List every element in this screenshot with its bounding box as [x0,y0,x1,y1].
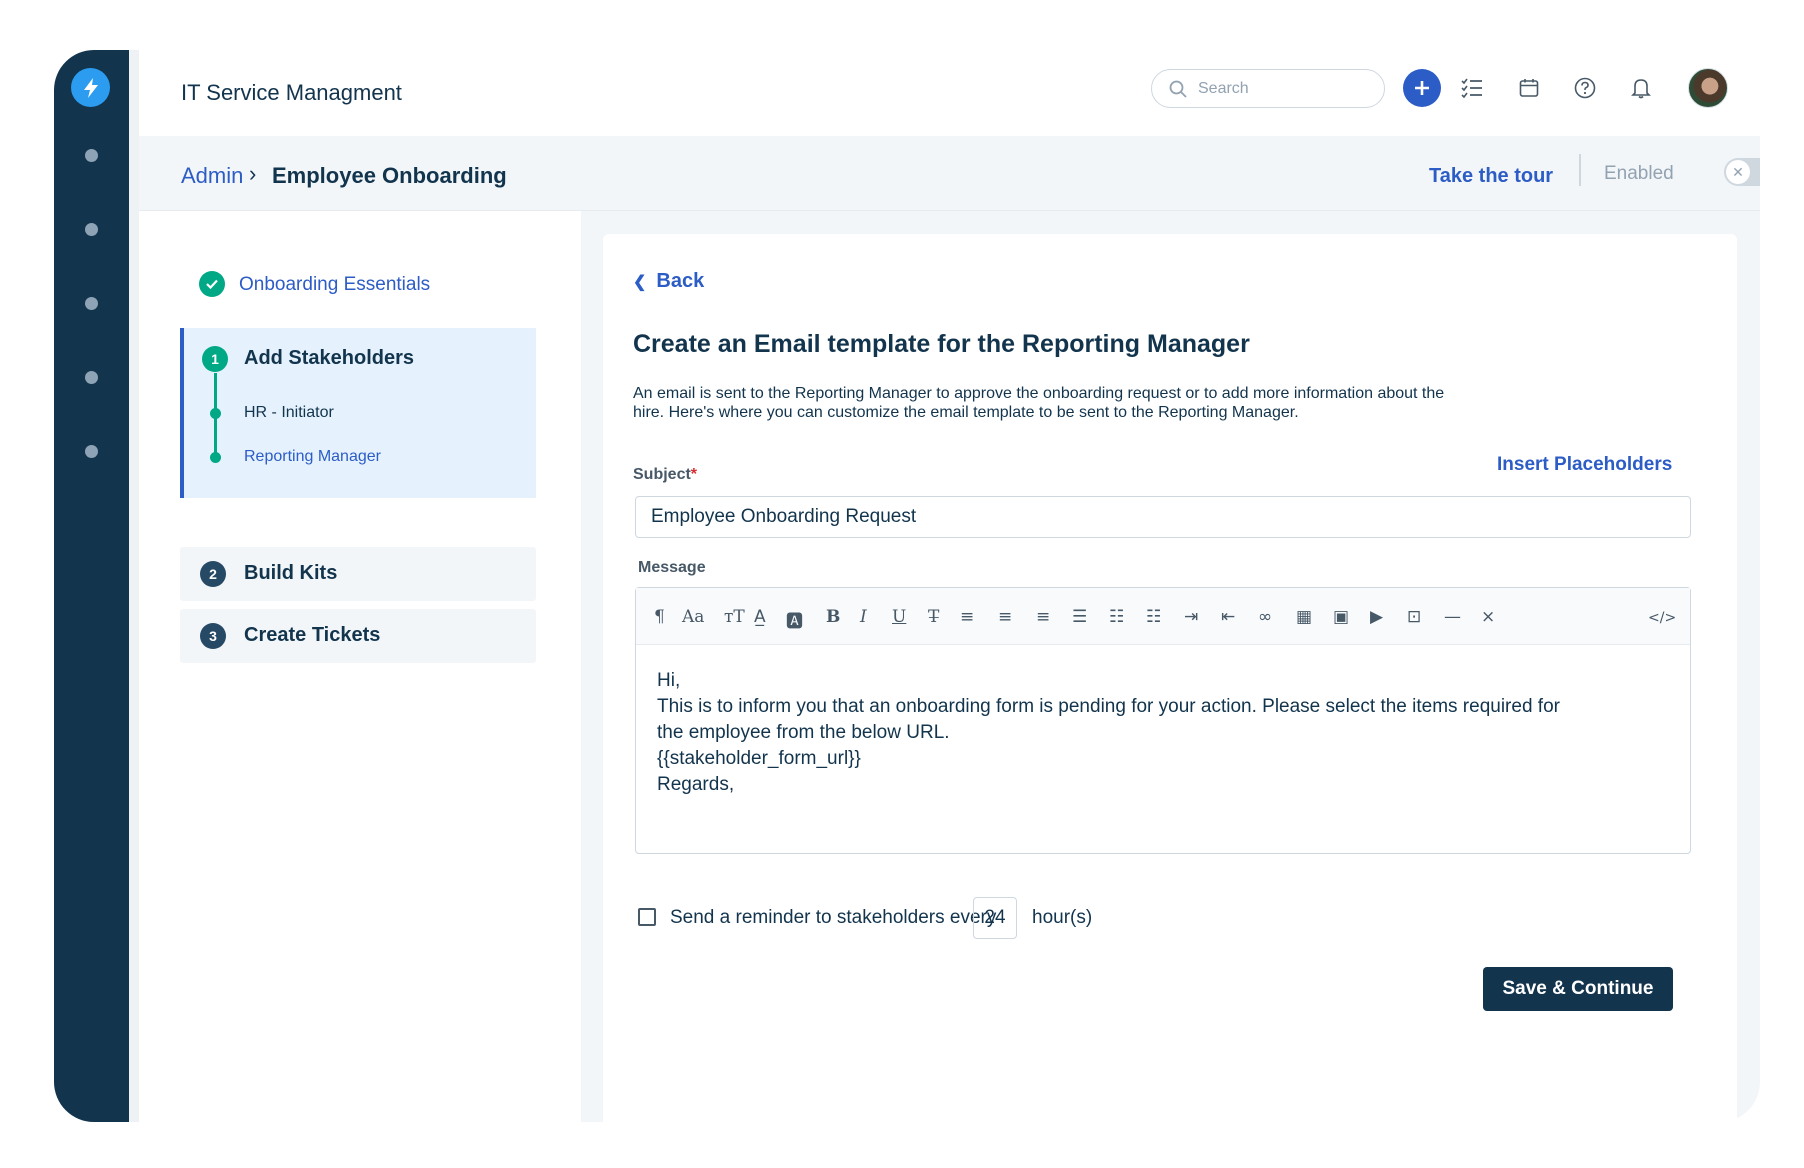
breadcrumb-chevron-icon: › [249,161,257,186]
background-color-icon[interactable]: 🅰 [786,607,803,632]
message-line: {{stakeholder_form_url}} [657,748,861,769]
indent-icon[interactable]: ⇥ [1184,607,1198,627]
substep-reporting-manager[interactable]: Reporting Manager [244,448,381,466]
plus-icon [1415,81,1429,95]
back-link[interactable]: ❮ Back [633,270,704,293]
step-label: Create Tickets [244,624,381,646]
chevron-left-icon: ❮ [633,274,647,291]
nav-item-dot-icon[interactable] [85,149,98,162]
image-icon[interactable]: ▣ [1333,607,1349,627]
embed-icon[interactable]: ⊡ [1407,607,1421,627]
form-title: Create an Email template for the Reporti… [633,330,1250,358]
bulleted-list-icon[interactable]: ☷ [1109,607,1124,627]
app-logo-icon[interactable] [71,68,110,107]
link-icon[interactable]: ∞ [1258,607,1272,627]
substep-dot-icon [210,452,221,463]
search-input[interactable]: Search [1151,69,1385,108]
step-label: Onboarding Essentials [239,274,431,295]
email-template-card: ❮ Back Create an Email template for the R… [603,234,1737,1122]
app-frame: IT Service Managment Search Admin › Empl… [54,50,1760,1122]
video-icon[interactable]: ▶ [1370,607,1383,627]
message-label: Message [638,559,706,576]
editor-toolbar: ¶ Aa ᴛT A̲ 🅰 B I U T̶ ≡ ≡ ≡ ☰ ☷ ☷ ⇥ ⇤ ∞ … [636,588,1690,645]
message-line: Hi, [657,670,681,691]
substep-dot-icon [210,408,221,419]
search-placeholder: Search [1198,80,1249,97]
breadcrumb-admin-link[interactable]: Admin [181,163,243,189]
required-mark: * [690,466,698,483]
step-number-badge: 2 [200,561,226,587]
steps-panel: Onboarding Essentials 1 Add Stakeholders… [139,211,581,1122]
step-label: Add Stakeholders [244,347,415,369]
reminder-unit-label: hour(s) [1032,907,1093,928]
step-number-badge: 1 [202,346,228,372]
step-number-badge: 3 [200,623,226,649]
font-color-icon[interactable]: A̲ [754,607,766,627]
message-line: This is to inform you that an onboarding… [657,696,1560,717]
nav-item-dot-icon[interactable] [85,445,98,458]
page-header: Admin › Employee Onboarding Take the tou… [139,136,1760,211]
toggle-off-icon: ✕ [1726,160,1750,184]
search-icon [1169,80,1187,98]
numbered-list-icon[interactable]: ☷ [1146,607,1161,627]
left-nav-rail [54,50,129,1122]
subject-label-text: Subject [633,466,691,483]
nav-item-dot-icon[interactable] [85,297,98,310]
step-label: Build Kits [244,562,338,584]
subject-label: Subject* [633,466,697,484]
bold-icon[interactable]: B [826,607,840,627]
message-editor[interactable]: ¶ Aa ᴛT A̲ 🅰 B I U T̶ ≡ ≡ ≡ ☰ ☷ ☷ ⇥ ⇤ ∞ … [635,587,1691,854]
checklist-icon[interactable] [1455,71,1489,105]
reminder-checkbox[interactable] [638,908,656,926]
insert-placeholders-link[interactable]: Insert Placeholders [1497,454,1672,476]
enabled-label: Enabled [1604,163,1674,184]
code-view-icon[interactable]: </> [1648,610,1676,626]
enabled-toggle[interactable]: ✕ [1724,158,1760,186]
add-new-button[interactable] [1403,69,1441,107]
italic-icon[interactable]: I [860,607,867,627]
step-add-stakeholders[interactable]: 1 Add Stakeholders HR - Initiator Report… [180,328,536,498]
substep-hr-initiator[interactable]: HR - Initiator [244,404,334,422]
nav-item-dot-icon[interactable] [85,223,98,236]
subject-input[interactable] [635,496,1691,538]
message-body[interactable]: Hi, This is to inform you that an onboar… [657,668,1657,798]
header-divider [1579,154,1581,186]
calendar-icon[interactable] [1512,71,1546,105]
align-left-icon[interactable]: ≡ [960,607,974,627]
text-size-icon[interactable]: ᴛT [724,607,745,627]
outdent-icon[interactable]: ⇤ [1221,607,1235,627]
app-title: IT Service Managment [181,80,402,105]
help-icon[interactable] [1568,71,1602,105]
step-create-tickets[interactable]: 3 Create Tickets [180,609,536,663]
underline-icon[interactable]: U [892,607,906,627]
step-build-kits[interactable]: 2 Build Kits [180,547,536,601]
take-tour-link[interactable]: Take the tour [1429,165,1553,188]
reminder-hours-input[interactable]: 24 [973,897,1017,939]
paragraph-icon[interactable]: ¶ [654,607,665,627]
font-size-icon[interactable]: Aa [682,607,704,627]
align-justify-icon[interactable]: ☰ [1072,607,1087,627]
save-continue-button[interactable]: Save & Continue [1483,967,1673,1011]
back-label: Back [656,270,705,292]
table-icon[interactable]: ▦ [1296,607,1312,627]
rail-divider [129,50,139,1122]
strikethrough-icon[interactable]: T̶ [928,607,939,627]
form-description: An email is sent to the Reporting Manage… [633,385,1445,421]
clear-format-icon[interactable]: ⨯ [1481,607,1495,627]
align-right-icon[interactable]: ≡ [1036,607,1050,627]
reminder-label: Send a reminder to stakeholders every [670,907,997,928]
message-line: the employee from the below URL. [657,722,950,743]
message-line: Regards, [657,774,735,795]
check-icon [199,271,225,297]
nav-item-dot-icon[interactable] [85,371,98,384]
breadcrumb-current: Employee Onboarding [272,163,507,188]
align-center-icon[interactable]: ≡ [998,607,1012,627]
notification-bell-icon[interactable] [1624,71,1658,105]
top-bar: IT Service Managment Search [139,50,1760,138]
user-avatar[interactable] [1688,68,1728,108]
horizontal-rule-icon[interactable]: — [1444,607,1461,627]
